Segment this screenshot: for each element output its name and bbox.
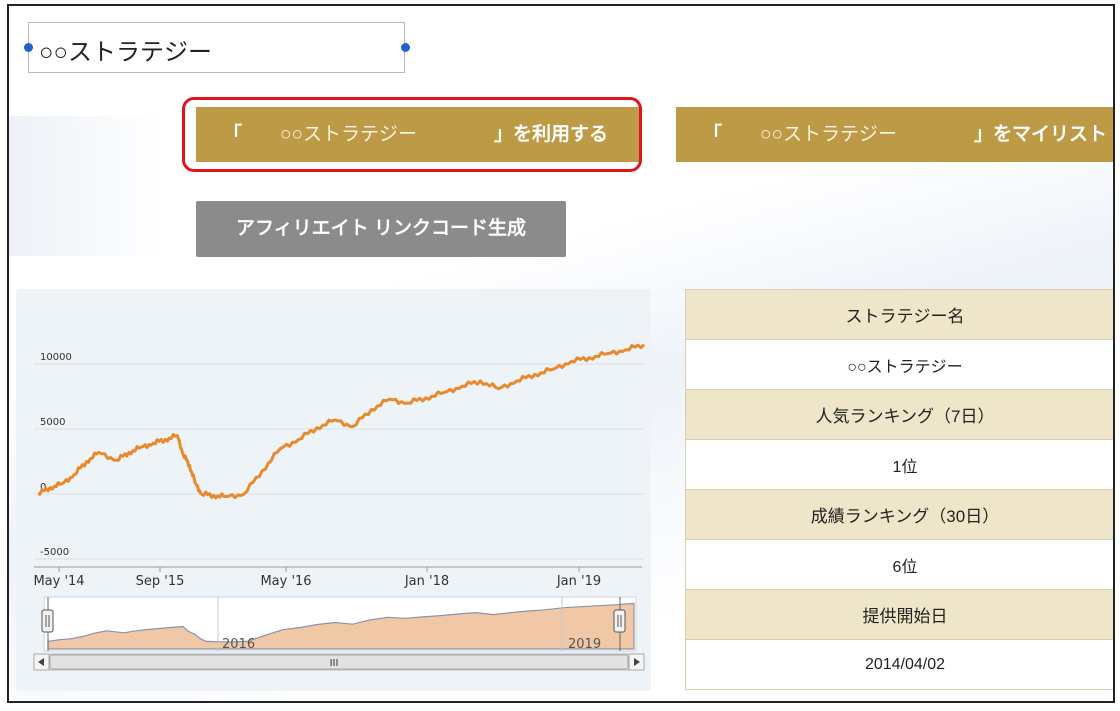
info-value-popularity-rank: 1位 xyxy=(685,439,1113,490)
info-label-performance-rank: 成績ランキング（30日） xyxy=(685,489,1113,540)
y-tick-label: 5000 xyxy=(40,417,65,428)
info-value-performance-rank: 6位 xyxy=(685,539,1113,590)
resize-handle-left[interactable] xyxy=(24,43,33,52)
navigator-label-2019: 2019 xyxy=(568,637,601,652)
mylist-button-strategy-name: ○○ストラテジー xyxy=(760,124,897,145)
info-label-strategy-name: ストラテジー名 xyxy=(685,289,1113,340)
screenshot-frame: ○○ストラテジー 「 ○○ストラテジー 」を利用する 「 ○○ストラテジー 」を… xyxy=(7,4,1115,703)
x-tick-label: Jan '19 xyxy=(556,574,601,589)
mylist-button-open-bracket: 「 xyxy=(703,124,723,145)
info-label-popularity-rank: 人気ランキング（7日） xyxy=(685,389,1113,440)
chart-y-axis: 1000050000-5000 xyxy=(40,352,72,558)
info-label-start-date: 提供開始日 xyxy=(685,589,1113,640)
y-tick-label: 10000 xyxy=(40,352,72,363)
y-tick-label: -5000 xyxy=(40,547,69,558)
info-value-strategy-name: ○○ストラテジー xyxy=(685,339,1113,390)
navigator-scrollbar[interactable]: III xyxy=(33,653,645,671)
background-fade xyxy=(9,116,164,256)
scrollbar-grip: III xyxy=(330,658,339,669)
scrollbar-thumb[interactable] xyxy=(49,654,629,670)
resize-handle-right[interactable] xyxy=(401,43,410,52)
x-tick-label: May '14 xyxy=(33,574,84,589)
x-tick-label: Sep '15 xyxy=(136,574,185,589)
performance-chart: 10000 5000 0 -5000 May '14 Sep '15 May '16 Jan… xyxy=(16,289,651,691)
affiliate-link-button[interactable]: アフィリエイト リンクコード生成 xyxy=(196,201,566,257)
x-tick-label: Jan '18 xyxy=(404,574,449,589)
highlight-outline xyxy=(182,97,642,172)
strategy-title-box[interactable]: ○○ストラテジー xyxy=(24,22,410,73)
add-to-mylist-button[interactable]: 「 ○○ストラテジー 」をマイリスト xyxy=(676,107,1113,162)
chart-grid xyxy=(34,363,644,560)
chart-svg: 1000050000-5000 May '14 Sep '15 May '16 Jan… xyxy=(33,343,646,671)
chart-x-axis: May '14 Sep '15 May '16 Jan '18 Jan '19 xyxy=(33,567,601,589)
strategy-info-table: ストラテジー名 ○○ストラテジー 人気ランキング（7日） 1位 成績ランキング（… xyxy=(685,289,1113,690)
x-tick-label: May '16 xyxy=(260,574,311,589)
mylist-button-suffix: 」をマイリスト xyxy=(974,124,1108,145)
navigator-label-2016: 2016 xyxy=(222,637,255,652)
chart-series-line xyxy=(37,343,646,500)
strategy-title-text: ○○ストラテジー xyxy=(39,39,212,66)
info-value-start-date: 2014/04/02 xyxy=(685,639,1113,690)
